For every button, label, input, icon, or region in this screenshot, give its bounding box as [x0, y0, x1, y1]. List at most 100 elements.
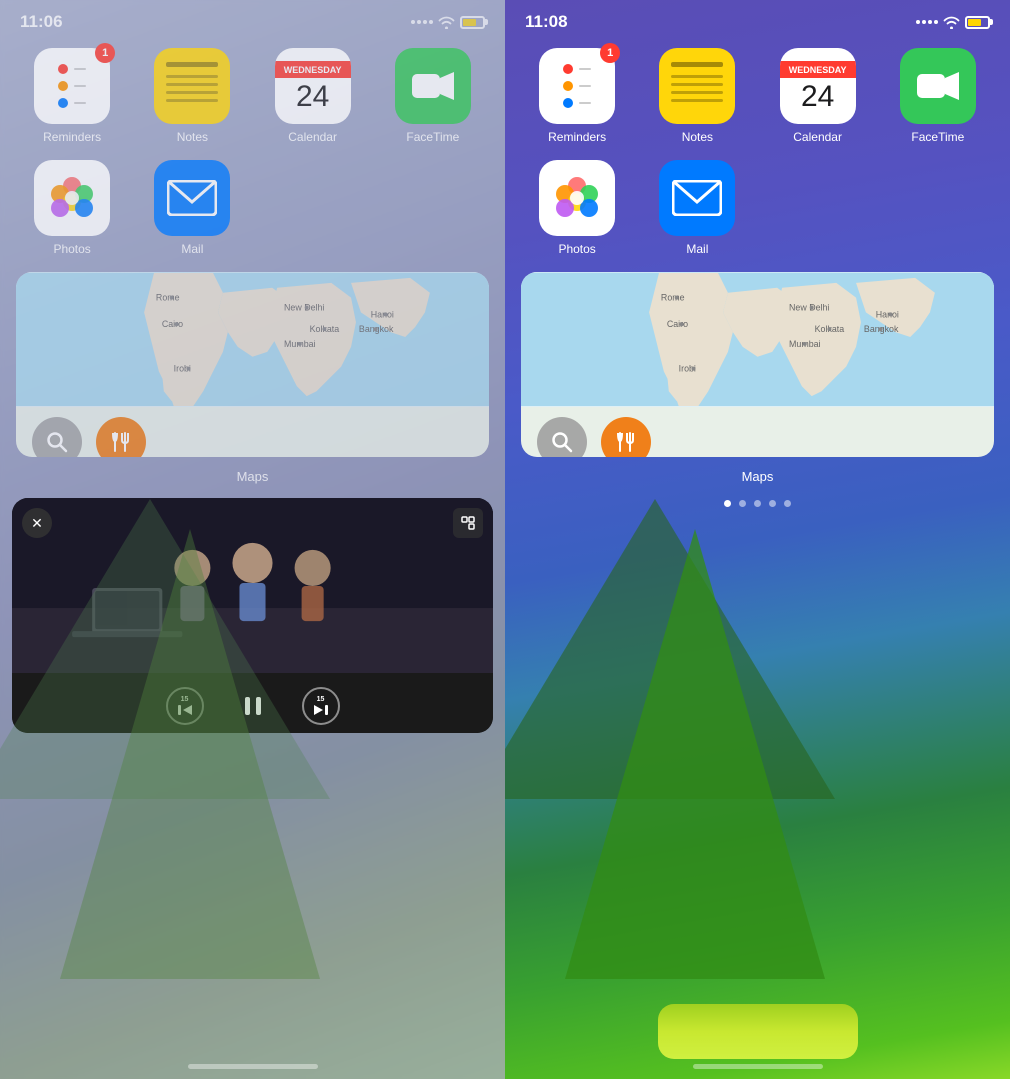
notes-line — [671, 75, 723, 78]
app-item-facetime-left[interactable]: FaceTime — [381, 48, 485, 144]
signal-left — [411, 20, 433, 24]
maps-controls-right — [521, 407, 994, 457]
time-right: 11:08 — [525, 12, 568, 32]
calendar-icon-right[interactable]: Wednesday 24 — [780, 48, 856, 124]
battery-right — [965, 16, 990, 29]
home-indicator-left — [188, 1064, 318, 1069]
cal-header-right: Wednesday — [780, 61, 856, 78]
home-indicator-right — [693, 1064, 823, 1069]
facetime-camera-svg — [411, 70, 455, 102]
battery-fill-left — [463, 19, 476, 26]
reminders-badge-right: 1 — [600, 43, 620, 63]
photos-icon-right[interactable] — [539, 160, 615, 236]
svg-text:Cairo: Cairo — [667, 319, 688, 329]
cal-header-left: Wednesday — [275, 61, 351, 78]
facetime-icon-right[interactable] — [900, 48, 976, 124]
video-expand-btn-left[interactable] — [453, 508, 483, 538]
calendar-label-left: Calendar — [288, 130, 337, 144]
search-icon-left — [46, 431, 68, 453]
photos-svg — [46, 172, 98, 224]
cal-date-right: 24 — [801, 78, 834, 112]
app-grid-row1-left: 1 Reminders Notes — [0, 40, 505, 160]
notes-label-right: Notes — [682, 130, 713, 144]
calendar-label-right: Calendar — [793, 130, 842, 144]
page-dot-4[interactable] — [769, 500, 776, 507]
svg-text:Hanoi: Hanoi — [876, 309, 899, 319]
notes-icon-left[interactable] — [154, 48, 230, 124]
app-item-photos-left[interactable]: Photos — [20, 160, 124, 256]
app-item-mail-left[interactable]: Mail — [140, 160, 244, 256]
bg-triangle-right-screen-2 — [565, 529, 825, 979]
signal-dot — [928, 20, 932, 24]
reminders-label-right: Reminders — [548, 130, 606, 144]
expand-icon-left — [461, 516, 475, 530]
svg-text:New Delhi: New Delhi — [284, 302, 324, 312]
signal-dot — [429, 20, 433, 24]
photos-svg-right — [551, 172, 603, 224]
maps-search-btn-right[interactable] — [537, 417, 587, 457]
notes-line — [166, 75, 218, 78]
app-item-notes-left[interactable]: Notes — [140, 48, 244, 144]
app-grid-row2-left: Photos Mail — [0, 160, 505, 268]
mail-label-right: Mail — [686, 242, 708, 256]
page-dot-3[interactable] — [754, 500, 761, 507]
video-close-btn-left[interactable]: ✕ — [22, 508, 52, 538]
maps-search-btn-left[interactable] — [32, 417, 82, 457]
calendar-icon-left[interactable]: Wednesday 24 — [275, 48, 351, 124]
maps-label-left: Maps — [0, 467, 505, 488]
maps-widget-left[interactable]: Rome Cairo New Delhi Kolkata Mumbai Hano… — [16, 272, 489, 457]
page-dot-2[interactable] — [739, 500, 746, 507]
status-bar-right: 11:08 — [505, 0, 1010, 40]
battery-left — [460, 16, 485, 29]
facetime-icon-left[interactable] — [395, 48, 471, 124]
svg-text:Rome: Rome — [156, 293, 180, 303]
reminders-label-left: Reminders — [43, 130, 101, 144]
signal-dot — [922, 20, 926, 24]
app-item-reminders-left[interactable]: 1 Reminders — [20, 48, 124, 144]
mail-svg — [167, 180, 217, 216]
app-item-calendar-right[interactable]: Wednesday 24 Calendar — [766, 48, 870, 144]
facetime-label-right: FaceTime — [911, 130, 964, 144]
notes-line — [166, 99, 218, 102]
app-item-notes-right[interactable]: Notes — [645, 48, 749, 144]
wifi-icon-left — [438, 16, 455, 29]
maps-food-btn-left[interactable] — [96, 417, 146, 457]
reminders-badge-left: 1 — [95, 43, 115, 63]
map-background-left: Rome Cairo New Delhi Kolkata Mumbai Hano… — [16, 272, 489, 407]
signal-dot — [934, 20, 938, 24]
status-icons-right — [916, 16, 990, 29]
notes-line — [166, 83, 218, 86]
battery-fill-right — [968, 19, 981, 26]
svg-text:New Delhi: New Delhi — [789, 302, 829, 312]
facetime-label-left: FaceTime — [406, 130, 459, 144]
app-item-mail-right[interactable]: Mail — [645, 160, 749, 256]
app-item-facetime-right[interactable]: FaceTime — [886, 48, 990, 144]
mail-icon-right[interactable] — [659, 160, 735, 236]
notes-icon-right[interactable] — [659, 48, 735, 124]
signal-dot — [411, 20, 415, 24]
maps-widget-right[interactable]: Rome Cairo New Delhi Kolkata Mumbai Hano… — [521, 272, 994, 457]
app-item-reminders-right[interactable]: 1 Reminders — [525, 48, 629, 144]
left-phone-screen: 11:06 1 — [0, 0, 505, 1079]
bg-triangle-right — [60, 529, 320, 979]
maps-food-btn-right[interactable] — [601, 417, 651, 457]
svg-text:Rome: Rome — [661, 293, 685, 303]
app-item-calendar-left[interactable]: Wednesday 24 Calendar — [261, 48, 365, 144]
reminders-icon-right[interactable]: 1 — [539, 48, 615, 124]
page-dot-1[interactable] — [724, 500, 731, 507]
photos-icon-left[interactable] — [34, 160, 110, 236]
photos-label-right: Photos — [558, 242, 595, 256]
app-item-photos-right[interactable]: Photos — [525, 160, 629, 256]
notes-line — [166, 91, 218, 94]
signal-dot — [423, 20, 427, 24]
maps-label-right: Maps — [505, 467, 1010, 488]
page-dot-5[interactable] — [784, 500, 791, 507]
notes-line — [671, 62, 723, 67]
food-icon-left — [110, 431, 132, 453]
mail-icon-left[interactable] — [154, 160, 230, 236]
svg-text:Cairo: Cairo — [162, 319, 183, 329]
reminders-icon-left[interactable]: 1 — [34, 48, 110, 124]
map-svg-right: Rome Cairo New Delhi Kolkata Mumbai Hano… — [521, 272, 994, 407]
facetime-camera-svg-right — [916, 70, 960, 102]
status-bar-left: 11:06 — [0, 0, 505, 40]
